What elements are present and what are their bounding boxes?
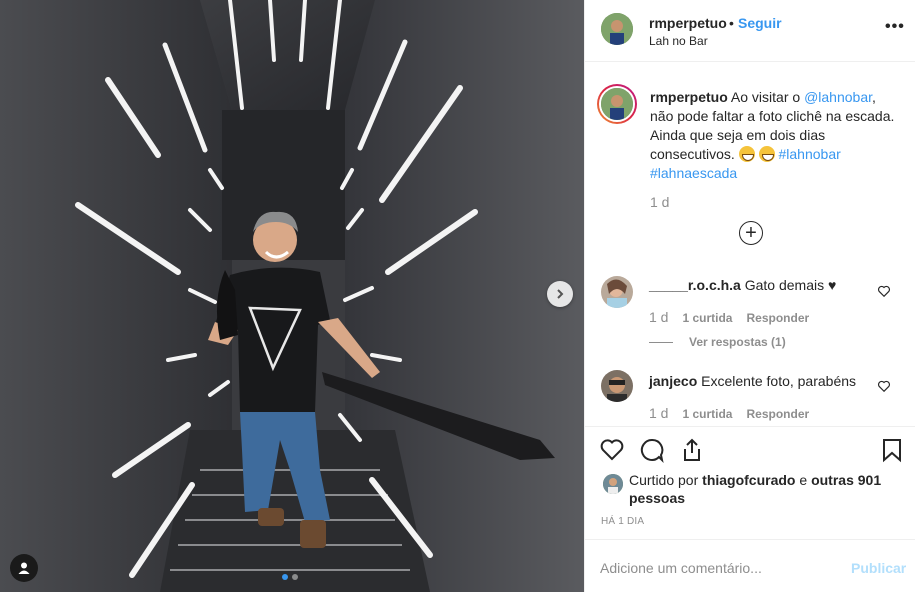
carousel-dot-2 bbox=[292, 574, 298, 580]
comment-body: Excelente foto, parabéns bbox=[701, 373, 857, 389]
heart-icon[interactable] bbox=[877, 379, 891, 393]
plus-icon: + bbox=[745, 222, 757, 244]
avatar-image bbox=[601, 13, 633, 45]
heart-icon[interactable] bbox=[877, 284, 891, 298]
view-replies-label: Ver respostas (1) bbox=[689, 335, 786, 349]
caption-text-a: Ao visitar o bbox=[730, 89, 801, 105]
comment-meta: 1 d 1 curtida Responder bbox=[649, 405, 809, 421]
comment-bubble-icon[interactable] bbox=[639, 437, 665, 463]
user-icon bbox=[18, 562, 30, 574]
avatar-image bbox=[603, 474, 623, 494]
reply-button[interactable]: Responder bbox=[746, 311, 809, 325]
avatar[interactable] bbox=[601, 13, 633, 45]
comment-likes[interactable]: 1 curtida bbox=[682, 407, 732, 421]
comment-timestamp[interactable]: 1 d bbox=[649, 405, 668, 421]
more-options-button[interactable]: ••• bbox=[885, 18, 905, 36]
instagram-post-view: rmperpetuo • Seguir Lah no Bar ••• rmper… bbox=[0, 0, 915, 592]
story-ring[interactable] bbox=[597, 84, 637, 124]
post-side-panel: rmperpetuo • Seguir Lah no Bar ••• rmper… bbox=[584, 0, 915, 592]
header-separator: • bbox=[729, 15, 734, 31]
grinning-emoji-icon bbox=[738, 146, 755, 162]
share-icon[interactable] bbox=[679, 437, 705, 463]
caption-text: rmperpetuo Ao visitar o @lahnobar, não p… bbox=[650, 88, 900, 183]
view-replies-button[interactable]: Ver respostas (1) bbox=[649, 335, 786, 349]
bookmark-icon[interactable] bbox=[879, 437, 905, 463]
liker-avatar[interactable] bbox=[603, 474, 623, 494]
comment-username[interactable]: _____r.o.c.h.a bbox=[649, 277, 741, 293]
publish-button[interactable]: Publicar bbox=[851, 560, 906, 576]
staircase-photo bbox=[0, 0, 584, 592]
caption-avatar bbox=[599, 86, 635, 122]
avatar-image bbox=[601, 88, 633, 120]
comment-body: Gato demais ♥ bbox=[744, 277, 837, 293]
liked-middle: e bbox=[799, 472, 808, 488]
comment-meta: 1 d 1 curtida Responder bbox=[649, 309, 809, 325]
carousel-dot-1 bbox=[282, 574, 288, 580]
post-actions bbox=[585, 426, 915, 466]
comment-avatar[interactable] bbox=[601, 370, 633, 402]
load-more-comments-button[interactable]: + bbox=[739, 221, 763, 245]
caption-mention[interactable]: @lahnobar bbox=[804, 89, 872, 105]
comment-avatar[interactable] bbox=[601, 276, 633, 308]
reply-button[interactable]: Responder bbox=[746, 407, 809, 421]
follow-button[interactable]: Seguir bbox=[738, 15, 782, 31]
liked-user[interactable]: thiagofcurado bbox=[702, 472, 795, 488]
like-heart-icon[interactable] bbox=[599, 437, 625, 463]
comment-input[interactable]: Adicione um comentário... bbox=[600, 560, 830, 576]
comment-text: janjeco Excelente foto, parabéns bbox=[649, 372, 877, 390]
post-date[interactable]: HÁ 1 DIA bbox=[601, 516, 644, 527]
liked-by-text: Curtido por thiagofcurado e outras 901 p… bbox=[603, 471, 903, 507]
chevron-right-icon bbox=[557, 289, 564, 299]
avatar-image bbox=[601, 276, 633, 308]
liked-by: Curtido por thiagofcurado e outras 901 p… bbox=[603, 471, 903, 507]
tagged-people-button[interactable] bbox=[10, 554, 38, 582]
post-location[interactable]: Lah no Bar bbox=[649, 34, 708, 48]
comment-username[interactable]: janjeco bbox=[649, 373, 697, 389]
caption-timestamp[interactable]: 1 d bbox=[650, 194, 669, 210]
add-comment-bar: Adicione um comentário... Publicar bbox=[585, 539, 915, 592]
caption-username[interactable]: rmperpetuo bbox=[650, 89, 728, 105]
post-header: rmperpetuo • Seguir Lah no Bar ••• bbox=[585, 0, 915, 62]
liked-prefix: Curtido por bbox=[629, 472, 699, 488]
hashtag-lahnobar[interactable]: #lahnobar bbox=[779, 146, 841, 162]
carousel-indicator bbox=[282, 574, 298, 580]
comment-likes[interactable]: 1 curtida bbox=[682, 311, 732, 325]
comments-area[interactable]: rmperpetuo Ao visitar o @lahnobar, não p… bbox=[585, 62, 915, 426]
replies-line bbox=[649, 341, 673, 343]
comment-timestamp[interactable]: 1 d bbox=[649, 309, 668, 325]
avatar-image bbox=[601, 370, 633, 402]
grinning-emoji-icon bbox=[758, 146, 775, 162]
post-photo[interactable] bbox=[0, 0, 584, 592]
next-photo-button[interactable] bbox=[547, 281, 573, 307]
post-author-username[interactable]: rmperpetuo bbox=[649, 15, 727, 31]
comment-text: _____r.o.c.h.a Gato demais ♥ bbox=[649, 276, 877, 294]
hashtag-lahnaescada[interactable]: #lahnaescada bbox=[650, 165, 737, 181]
